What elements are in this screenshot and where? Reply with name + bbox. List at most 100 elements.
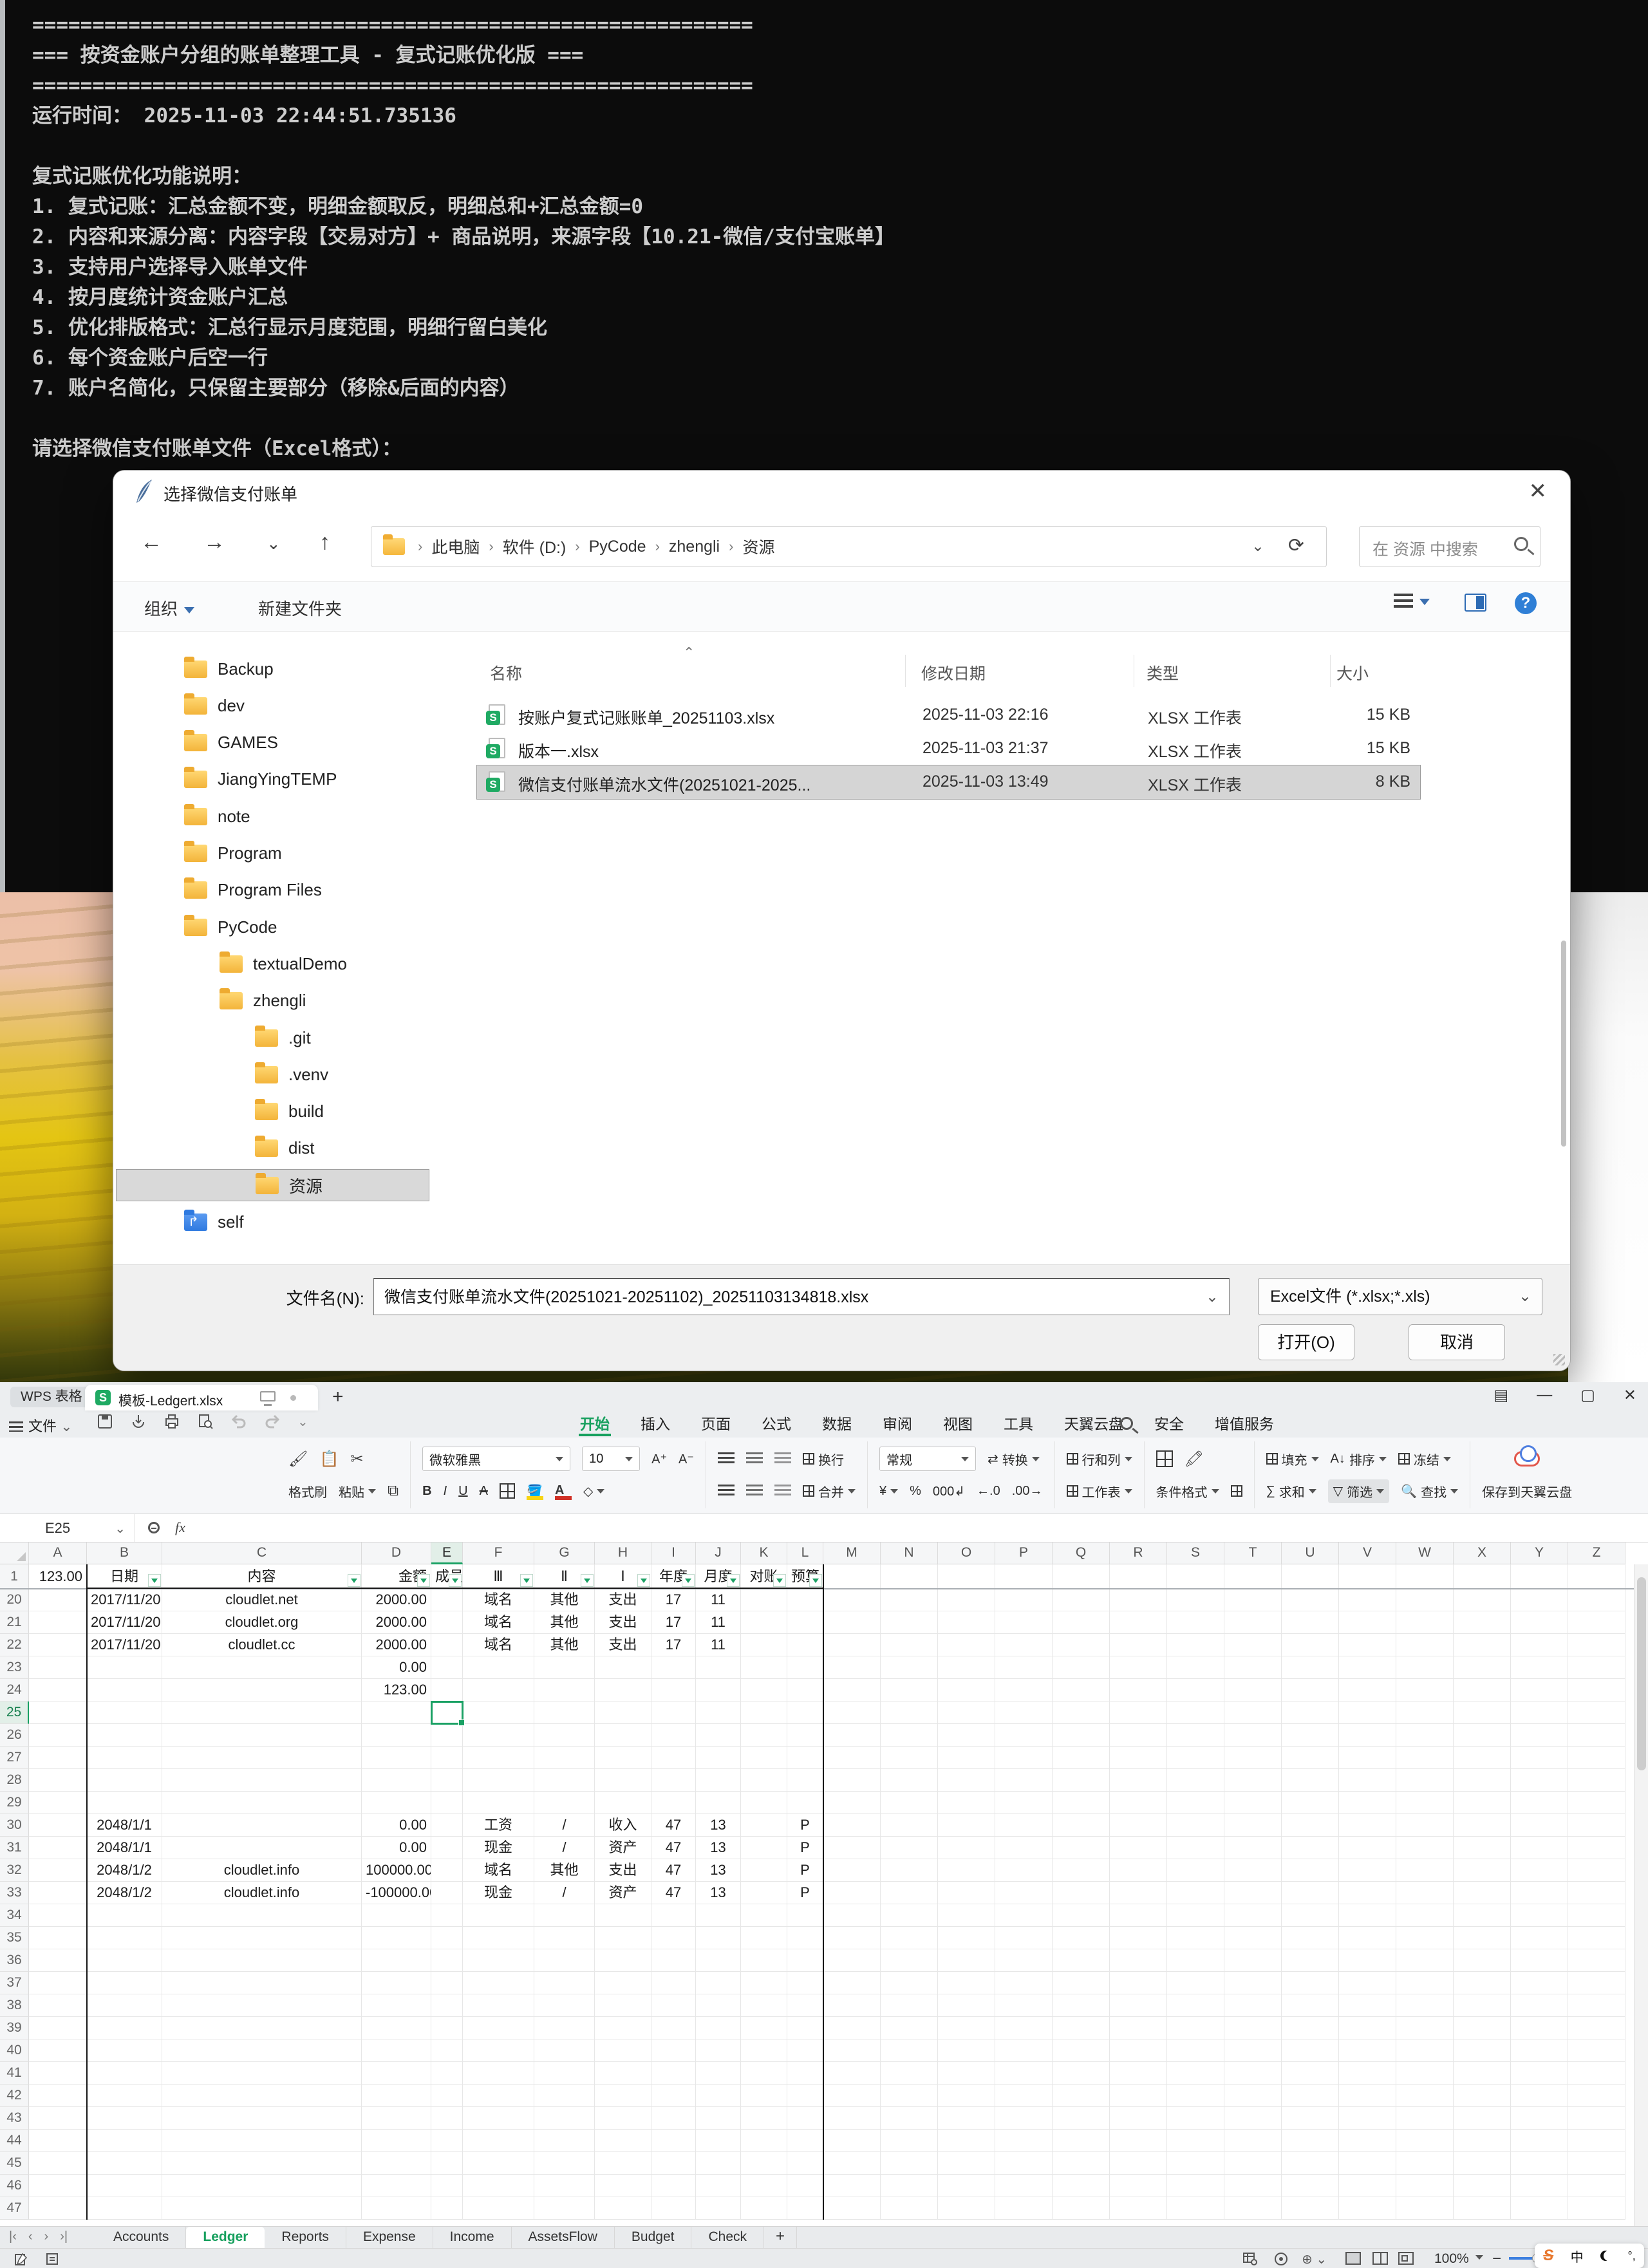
cell-S35[interactable] — [1167, 1927, 1224, 1949]
cell-W38[interactable] — [1396, 1994, 1454, 2017]
cell-U23[interactable] — [1282, 1656, 1339, 1679]
cell-Y25[interactable] — [1511, 1701, 1568, 1724]
cell-P22[interactable] — [995, 1634, 1053, 1656]
italic-button[interactable]: I — [444, 1484, 447, 1499]
cell-D42[interactable] — [362, 2085, 431, 2107]
cell-Y32[interactable] — [1511, 1859, 1568, 1882]
cell-R36[interactable] — [1110, 1949, 1167, 1972]
cell-Z24[interactable] — [1568, 1679, 1625, 1701]
cell-P32[interactable] — [995, 1859, 1053, 1882]
ribbon-search-icon[interactable] — [1120, 1417, 1133, 1430]
cell-B23[interactable] — [87, 1656, 162, 1679]
breadcrumb-item[interactable]: 软件 (D:) — [503, 535, 566, 558]
cell-A28[interactable] — [29, 1769, 87, 1792]
cell-A39[interactable] — [29, 2017, 87, 2039]
cell-I26[interactable] — [651, 1724, 696, 1747]
format-painter-icon[interactable]: 🖌 — [288, 1450, 308, 1468]
cell-P39[interactable] — [995, 2017, 1053, 2039]
conditional-format-button[interactable]: 条件格式 — [1156, 1482, 1219, 1501]
cell-A1[interactable]: 123.00 — [29, 1564, 87, 1589]
cell-S44[interactable] — [1167, 2130, 1224, 2152]
cell-Z31[interactable] — [1568, 1837, 1625, 1859]
cell-M33[interactable] — [823, 1882, 881, 1904]
cell-D32[interactable]: 100000.00 — [362, 1859, 431, 1882]
row-header-34[interactable]: 34 — [0, 1904, 29, 1927]
cell-L47[interactable] — [787, 2197, 823, 2220]
column-header-S[interactable]: S — [1167, 1542, 1224, 1564]
cell-H28[interactable] — [595, 1769, 651, 1792]
cell-T32[interactable] — [1224, 1859, 1282, 1882]
row-header-38[interactable]: 38 — [0, 1994, 29, 2017]
cell-C41[interactable] — [162, 2062, 362, 2085]
cell-Q32[interactable] — [1053, 1859, 1110, 1882]
cell-N34[interactable] — [881, 1904, 938, 1927]
cell-Y33[interactable] — [1511, 1882, 1568, 1904]
cell-L37[interactable] — [787, 1972, 823, 1994]
dialog-titlebar[interactable]: 选择微信支付账单 ✕ — [113, 471, 1570, 512]
cell-N23[interactable] — [881, 1656, 938, 1679]
cell-J46[interactable] — [696, 2175, 741, 2197]
cell-R27[interactable] — [1110, 1747, 1167, 1769]
align-bottom-icon[interactable] — [774, 1452, 791, 1465]
rows-cols-button[interactable]: 行和列 — [1067, 1450, 1132, 1468]
page-layout-view-icon[interactable] — [1398, 2252, 1414, 2265]
cell-K20[interactable] — [741, 1589, 787, 1611]
font-size-select[interactable]: 10 — [582, 1447, 640, 1471]
cell-R28[interactable] — [1110, 1769, 1167, 1792]
row-header-44[interactable]: 44 — [0, 2130, 29, 2152]
column-header-N[interactable]: N — [881, 1542, 938, 1564]
cell-I27[interactable] — [651, 1747, 696, 1769]
save-to-cloud-button[interactable]: 保存到天翼云盘 — [1482, 1482, 1572, 1501]
cell-F27[interactable] — [463, 1747, 534, 1769]
cell-U33[interactable] — [1282, 1882, 1339, 1904]
cell-S25[interactable] — [1167, 1701, 1224, 1724]
tree-item-backup[interactable]: Backup — [116, 653, 429, 685]
cell-R45[interactable] — [1110, 2152, 1167, 2175]
cell-Y34[interactable] — [1511, 1904, 1568, 1927]
cell-D44[interactable] — [362, 2130, 431, 2152]
cell-T1[interactable] — [1224, 1564, 1282, 1589]
cell-D30[interactable]: 0.00 — [362, 1814, 431, 1837]
cell-M21[interactable] — [823, 1611, 881, 1634]
cell-S30[interactable] — [1167, 1814, 1224, 1837]
cell-D23[interactable]: 0.00 — [362, 1656, 431, 1679]
cell-K34[interactable] — [741, 1904, 787, 1927]
cell-L21[interactable] — [787, 1611, 823, 1634]
cell-G21[interactable]: 其他 — [534, 1611, 595, 1634]
cell-O36[interactable] — [938, 1949, 995, 1972]
merge-cells-button[interactable]: 合并 — [803, 1482, 856, 1501]
cell-T47[interactable] — [1224, 2197, 1282, 2220]
cell-K39[interactable] — [741, 2017, 787, 2039]
cell-A29[interactable] — [29, 1792, 87, 1814]
filetype-select[interactable]: Excel文件 (*.xlsx;*.xls)⌄ — [1258, 1278, 1542, 1315]
cell-E30[interactable] — [431, 1814, 463, 1837]
cell-S27[interactable] — [1167, 1747, 1224, 1769]
cell-E27[interactable] — [431, 1747, 463, 1769]
row-header-1[interactable]: 1 — [0, 1564, 29, 1589]
cell-Z45[interactable] — [1568, 2152, 1625, 2175]
cell-Z20[interactable] — [1568, 1589, 1625, 1611]
outline-icon[interactable] — [45, 2252, 59, 2266]
open-button[interactable]: 打开(O) — [1258, 1324, 1354, 1360]
cell-N32[interactable] — [881, 1859, 938, 1882]
cell-B21[interactable]: 2017/11/20 — [87, 1611, 162, 1634]
refresh-icon[interactable]: ⟳ — [1288, 534, 1304, 557]
cell-J39[interactable] — [696, 2017, 741, 2039]
cell-K32[interactable] — [741, 1859, 787, 1882]
cell-A42[interactable] — [29, 2085, 87, 2107]
cell-P30[interactable] — [995, 1814, 1053, 1837]
cell-C20[interactable]: cloudlet.net — [162, 1589, 362, 1611]
cell-N31[interactable] — [881, 1837, 938, 1859]
cell-Y27[interactable] — [1511, 1747, 1568, 1769]
cell-L36[interactable] — [787, 1949, 823, 1972]
cell-M46[interactable] — [823, 2175, 881, 2197]
cell-M39[interactable] — [823, 2017, 881, 2039]
filter-icon[interactable] — [520, 1574, 533, 1587]
cell-I39[interactable] — [651, 2017, 696, 2039]
cell-N38[interactable] — [881, 1994, 938, 2017]
cell-C23[interactable] — [162, 1656, 362, 1679]
borders-button[interactable] — [500, 1483, 515, 1499]
cell-C45[interactable] — [162, 2152, 362, 2175]
cell-Y29[interactable] — [1511, 1792, 1568, 1814]
grid-corner[interactable] — [0, 1542, 29, 1564]
